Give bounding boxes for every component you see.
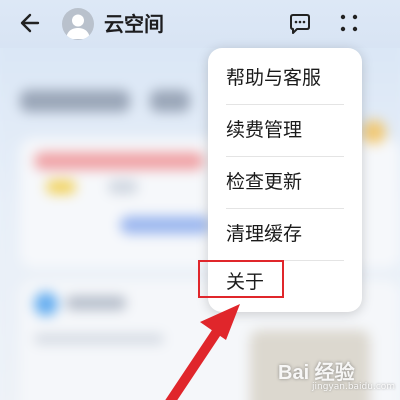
menu-item-renewal-management[interactable]: 续费管理	[208, 104, 362, 156]
page-title: 云空间	[104, 12, 164, 36]
bg-title-blur	[20, 90, 130, 112]
menu-item-help-support[interactable]: 帮助与客服	[208, 52, 362, 104]
highlight-box	[198, 260, 284, 298]
bg-text-blur	[66, 296, 126, 310]
avatar[interactable]	[62, 8, 94, 40]
arrow-left-icon[interactable]	[18, 10, 44, 36]
bg-chip-2	[108, 180, 138, 194]
bg-title-blur-2	[150, 90, 190, 112]
bg-button	[120, 216, 210, 234]
app-screen: 云空间 帮助与客服 续费管理 检查更新 清理缓存 关于 Bai 经验 jingy…	[0, 0, 400, 400]
person-silhouette-icon	[66, 14, 90, 39]
chat-bubble-icon[interactable]	[288, 12, 312, 36]
bg-red-bar	[34, 152, 204, 170]
top-bar: 云空间	[0, 0, 400, 48]
bg-blue-dot	[34, 292, 58, 316]
bg-text-blur-2	[34, 334, 164, 344]
menu-item-clear-cache[interactable]: 清理缓存	[208, 208, 362, 260]
bg-chip	[46, 180, 76, 194]
baidu-watermark-url: jingyan.baidu.com	[312, 382, 396, 392]
four-dots-icon[interactable]	[338, 12, 360, 34]
menu-item-check-update[interactable]: 检查更新	[208, 156, 362, 208]
red-arrow-icon	[165, 304, 240, 400]
bg-gold-dot	[362, 120, 386, 144]
